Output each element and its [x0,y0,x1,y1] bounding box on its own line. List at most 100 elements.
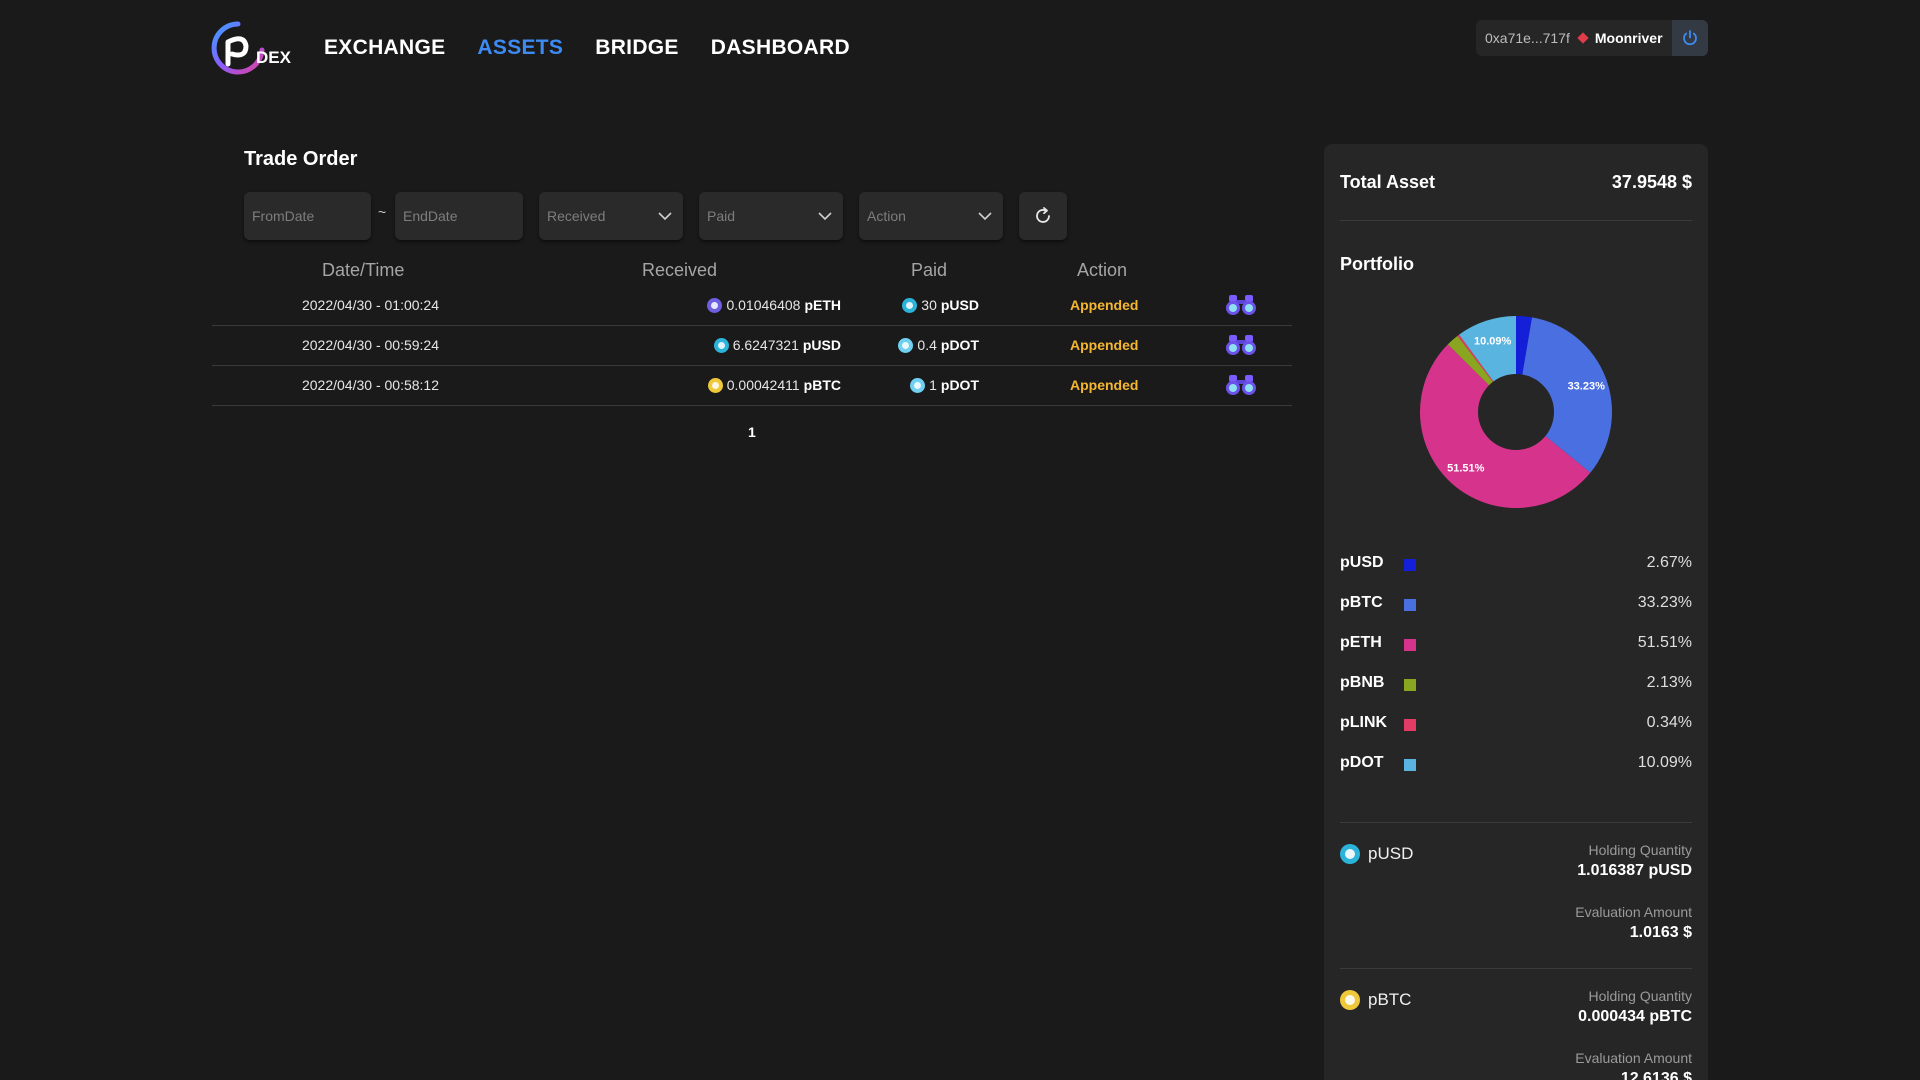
paid-symbol: pDOT [940,377,979,393]
wallet-network: Moonriver [1594,30,1663,46]
evaluation-amount-value: 12.6136 $ [1620,1070,1692,1080]
table-row: 2022/04/30 - 01:00:24 0.01046408 pETH 30… [212,286,1292,326]
row-paid: 1 pDOT [910,377,979,393]
legend-name: pBNB [1340,674,1385,691]
pagination-page-1[interactable]: 1 [748,424,756,440]
view-details-button[interactable] [1225,374,1257,399]
column-header-action: Action [1077,260,1128,280]
legend-item-pbtc: pBTC 33.23% [1340,592,1692,616]
nav-assets[interactable]: ASSETS [477,36,563,60]
nav-exchange[interactable]: EXCHANGE [324,36,445,60]
evaluation-amount-label: Evaluation Amount [1575,1050,1692,1066]
action-select-label: Action [867,208,906,224]
nav-dashboard[interactable]: DASHBOARD [711,36,850,60]
legend-swatch [1404,679,1416,691]
received-symbol: pUSD [802,337,841,353]
row-received: 0.00042411 pBTC [707,377,841,393]
from-date-field[interactable] [244,192,371,240]
nav-bridge[interactable]: BRIDGE [595,36,678,60]
action-select[interactable]: Action [859,192,1003,240]
row-paid: 30 pUSD [902,297,979,313]
legend-name: pETH [1340,634,1382,651]
row-action-status: Appended [1070,337,1139,353]
legend-percent: 0.34% [1646,714,1692,731]
view-details-button[interactable] [1225,334,1257,359]
end-date-input[interactable] [403,208,523,224]
pdex-logo[interactable]: DEX [210,20,294,76]
row-datetime: 2022/04/30 - 00:59:24 [301,337,439,353]
legend-item-pusd: pUSD 2.67% [1340,552,1692,576]
legend-item-pdot: pDOT 10.09% [1340,752,1692,776]
received-amount: 0.00042411 [726,377,800,393]
legend-item-peth: pETH 51.51% [1340,632,1692,656]
paid-symbol: pDOT [940,337,979,353]
legend-swatch [1404,639,1416,651]
row-paid: 0.4 pDOT [898,337,979,353]
binoculars-icon [1226,295,1256,315]
pdot-icon [898,337,914,353]
legend-name: pUSD [1340,554,1384,571]
evaluation-amount-label: Evaluation Amount [1575,904,1692,920]
legend-item-plink: pLINK 0.34% [1340,712,1692,736]
wallet-badge[interactable]: 0xa71e...717f Moonriver [1476,20,1708,56]
holding-quantity-value: 0.000434 pBTC [1578,1008,1692,1025]
legend-percent: 51.51% [1637,634,1692,651]
row-datetime: 2022/04/30 - 01:00:24 [301,297,439,313]
received-select-label: Received [547,208,606,224]
paid-select[interactable]: Paid [699,192,843,240]
column-header-paid: Paid [911,260,948,280]
trade-order-title: Trade Order [244,148,358,170]
row-received: 6.6247321 pUSD [713,337,841,353]
paid-select-label: Paid [707,208,736,224]
date-range-separator: ~ [378,204,387,220]
holding-card-pbtc: pBTC Holding Quantity 0.000434 pBTC Eval… [1340,988,1692,1080]
refresh-icon [1036,207,1050,223]
paid-amount: 0.4 [917,337,937,353]
legend-percent: 2.13% [1646,674,1692,691]
network-diamond-icon [1577,32,1589,44]
total-asset-label: Total Asset [1340,172,1436,192]
column-header-datetime: Date/Time [322,260,405,280]
chevron-down-icon [978,212,992,221]
assets-panel: Total Asset 37.9548 $ Portfolio 33.23% 51… [1324,144,1708,1080]
divider [1340,968,1692,969]
received-select[interactable]: Received [539,192,683,240]
pusd-icon [1340,844,1360,864]
table-row: 2022/04/30 - 00:58:12 0.00042411 pBTC 1 … [212,366,1292,406]
legend-swatch [1404,719,1416,731]
column-header-received: Received [642,260,718,280]
holding-symbol: pBTC [1368,990,1412,1009]
from-date-input[interactable] [252,208,371,224]
binoculars-icon [1226,335,1256,355]
chevron-down-icon [658,212,672,221]
donut-label-peth: 51.51% [1447,463,1485,475]
peth-icon [707,297,723,313]
paid-symbol: pUSD [940,297,979,313]
pusd-icon [713,337,729,353]
received-symbol: pBTC [803,377,841,393]
row-action-status: Appended [1070,377,1139,393]
power-icon [1683,30,1697,46]
legend-name: pDOT [1340,754,1384,771]
legend-name: pBTC [1340,594,1383,611]
donut-label-pbtc: 33.23% [1568,381,1606,393]
holding-quantity-value: 1.016387 pUSD [1577,862,1692,879]
binoculars-icon [1226,375,1256,395]
table-row: 2022/04/30 - 00:59:24 6.6247321 pUSD 0.4… [212,326,1292,366]
holding-symbol: pUSD [1368,844,1414,863]
portfolio-title: Portfolio [1340,254,1414,274]
row-received: 0.01046408 pETH [707,297,841,313]
legend-name: pLINK [1340,714,1388,731]
logo-text: DEX [256,48,291,67]
pdot-icon [910,377,926,393]
disconnect-button[interactable] [1672,20,1708,56]
refresh-button[interactable] [1019,192,1067,240]
received-amount: 6.6247321 [732,337,799,353]
pbtc-icon [707,377,723,393]
evaluation-amount-value: 1.0163 $ [1629,924,1692,941]
view-details-button[interactable] [1225,294,1257,319]
paid-amount: 30 [921,297,937,313]
end-date-field[interactable] [395,192,523,240]
chevron-down-icon [818,212,832,221]
divider [1340,822,1692,823]
